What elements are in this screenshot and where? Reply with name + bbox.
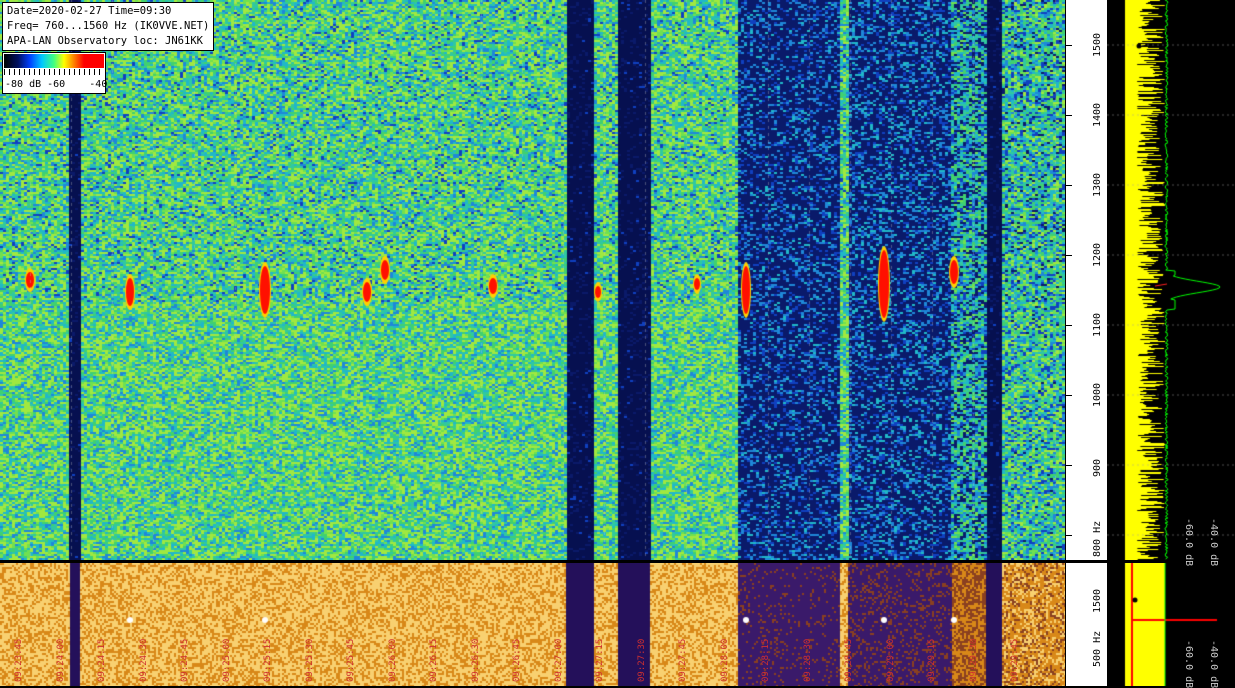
time-label: 09:24:15 [97,638,107,682]
color-scale-labels: -80 dB -60 -40 [5,79,108,90]
spectrum-plot-top [1107,0,1235,560]
color-scale-ticks [4,69,104,75]
time-label: 09:27:00 [553,638,564,682]
time-label: 09:25:30 [304,638,315,682]
freq-tick-label: 1300 [1092,172,1103,197]
color-scale-legend: -80 dB -60 -40 [2,52,108,94]
time-label: 09:26:00 [387,638,398,682]
time-label: 09:28:30 [802,638,813,682]
freq-tick-label: 1200 [1092,242,1103,267]
time-label: 09:29:30 [968,638,979,682]
time-label: 09:28:15 [761,638,771,682]
time-label: 09:24:00 [55,638,66,682]
freq-tick-mark [1066,185,1072,186]
time-label: 09:29:15 [927,638,937,682]
freq-tick-mark [1066,325,1072,326]
time-label: 09:27:30 [636,638,647,682]
time-label: 09:26:30 [470,638,481,682]
color-scale-bar [4,54,104,68]
spectrum-label-top-right: -40.0 dB [1208,518,1219,567]
time-label: 09:27:45 [678,638,688,682]
freq-tick-mark [1066,465,1072,466]
freq-tick-label: 1400 [1092,102,1103,127]
time-label: 09:29:00 [885,638,896,682]
time-label: 09:26:45 [512,638,522,682]
freq-tick-label: 1500 [1092,32,1103,57]
freq-tick-mark [1066,535,1072,536]
info-header: Date=2020-02-27 Time=09:30 Freq= 760...15… [2,2,215,51]
time-label: 09:27:15 [595,638,605,682]
freq-tick-label: 1000 [1092,382,1103,407]
panel-separator [0,560,1235,563]
time-label: 09:23:45 [14,638,24,682]
freq-tick-label: 800 Hz [1092,520,1103,557]
waterfall-spectrogram [0,0,1065,560]
observatory-line: APA-LAN Observatory loc: JN61KK [7,35,203,47]
freq-tick-label: 500 Hz [1092,630,1103,667]
time-label: 09:24:45 [180,638,190,682]
time-label: 09:26:15 [429,638,439,682]
frequency-axis-bottom: 1500 500 Hz [1065,563,1108,686]
frequency-axis-top: 1500 1400 1300 1200 1100 1000 900 800 Hz [1065,0,1108,560]
spectrum-label-bottom-right: -40.0 dB [1208,640,1219,688]
freq-tick-label: 1500 [1092,588,1103,613]
freq-tick-mark [1066,45,1072,46]
time-label: 09:25:45 [346,638,356,682]
freq-tick-mark [1066,115,1072,116]
freq-tick-mark [1066,255,1072,256]
time-label: 09:24:30 [138,638,149,682]
frequency-line: Freq= 760...1560 Hz (IK0VVE.NET) [7,20,210,32]
time-label: 09:25:15 [263,638,273,682]
time-label: 09:28:45 [844,638,854,682]
date-time-line: Date=2020-02-27 Time=09:30 [7,5,172,17]
freq-tick-label: 1100 [1092,312,1103,337]
freq-tick-label: 900 [1092,458,1103,477]
lower-waterfall-spectrogram [0,563,1065,686]
time-label: 09:28:00 [719,638,730,682]
spectrum-label-bottom-left: -60.0 dB [1183,640,1194,688]
time-label: 09:25:00 [221,638,232,682]
freq-tick-mark [1066,395,1072,396]
time-label: 09:29:45 [1010,638,1020,682]
spectrum-label-top-left: -60.0 dB [1183,518,1194,567]
